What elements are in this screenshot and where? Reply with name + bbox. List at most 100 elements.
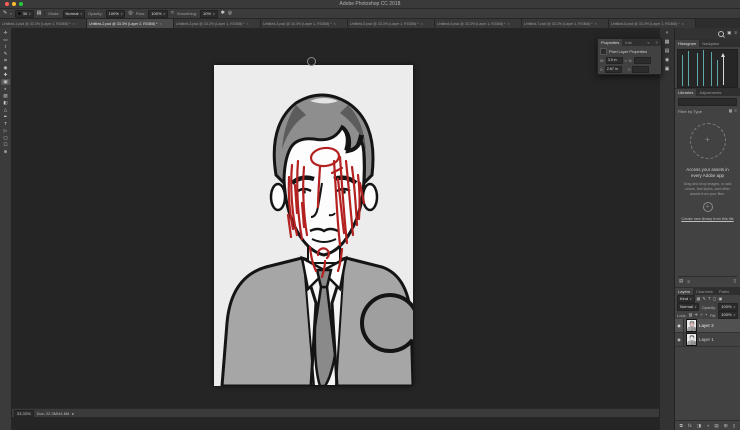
pressure-opacity-icon[interactable]: ◎	[128, 11, 132, 16]
status-options-icon[interactable]: ▸	[72, 411, 74, 416]
grid-view-icon[interactable]: ▦	[729, 109, 733, 113]
expand-panels-icon[interactable]: «	[666, 31, 669, 36]
document-tab[interactable]: Untitled-6.psd @ 33.3% (Layer 1, RGB/8) …	[435, 19, 522, 28]
lock-all-icon[interactable]: ▪	[706, 312, 708, 317]
layer-row-selected[interactable]: ◉ Layer 2	[675, 319, 740, 333]
filter-by-type-select[interactable]: Filter by Type	[678, 109, 702, 114]
sync-library-icon[interactable]: ≡	[687, 279, 690, 284]
swatches-panel-icon[interactable]: ▤	[665, 49, 670, 54]
layer-effects-icon[interactable]: fx	[688, 423, 691, 428]
brush-panel-toggle-icon[interactable]: ▤	[37, 11, 42, 16]
tab-adjustments[interactable]: Adjustments	[696, 89, 724, 96]
tab-paths[interactable]: Paths	[716, 288, 732, 295]
close-tab-icon[interactable]: ×	[508, 22, 510, 26]
smoothing-select[interactable]: 10% ▾	[200, 9, 218, 18]
learn-panel-icon[interactable]: ◉	[665, 58, 669, 63]
close-tab-icon[interactable]: ×	[682, 22, 684, 26]
zoom-level-field[interactable]: 33.33%	[14, 409, 34, 417]
document-tab-active[interactable]: Untitled-2.psd @ 33.3% (Layer 2, RGB/8) …	[87, 19, 174, 28]
document-canvas[interactable]	[214, 65, 413, 386]
visibility-toggle-icon[interactable]: ◉	[675, 319, 684, 332]
x-field[interactable]: 2.67 in	[604, 66, 622, 73]
adjustment-layer-icon[interactable]: ◑	[706, 423, 709, 428]
collapse-panel-icon[interactable]: «	[644, 39, 652, 46]
gradient-tool-icon[interactable]: △	[1, 107, 10, 113]
add-asset-icon[interactable]: +	[702, 201, 713, 212]
blend-mode-select[interactable]: Normal ▾	[62, 9, 85, 18]
list-view-icon[interactable]: ≡	[735, 109, 737, 113]
layer-thumbnail[interactable]	[686, 319, 697, 332]
panel-menu-icon[interactable]: ≡	[734, 31, 737, 36]
new-library-icon[interactable]: ▤	[679, 278, 683, 284]
document-tab[interactable]: Untitled-4.psd @ 33.3% (Layer 1, RGB/8) …	[261, 19, 348, 28]
brush-tool-icon[interactable]: ▣	[1, 79, 10, 85]
width-field[interactable]: 3.5 in	[605, 57, 623, 64]
tab-info[interactable]: Info	[622, 39, 635, 46]
layer-blend-mode-select[interactable]: Normal ▾	[677, 303, 700, 311]
library-drop-target[interactable]: +	[689, 123, 726, 159]
layer-fill-select[interactable]: 100% ▾	[718, 311, 738, 319]
layer-thumbnail[interactable]	[686, 333, 697, 346]
styles-panel-icon[interactable]: ▣	[665, 67, 670, 72]
close-tab-icon[interactable]: ×	[421, 22, 423, 26]
tab-channels[interactable]: Channels	[693, 288, 716, 295]
smoothing-options-icon[interactable]: ✱	[221, 11, 225, 16]
document-tab[interactable]: Untitled-3.psd @ 33.3% (Layer 1, RGB/8) …	[174, 19, 261, 28]
histogram-slider-icon[interactable]	[721, 53, 726, 85]
workspace-switcher-icon[interactable]: ▣	[727, 31, 731, 36]
lock-artboard-icon[interactable]: ⊹	[700, 312, 704, 317]
layer-name[interactable]: Layer 2	[699, 323, 714, 328]
tab-navigator[interactable]: Navigator	[699, 40, 722, 47]
type-tool-icon[interactable]: T	[1, 121, 10, 127]
tab-properties[interactable]: Properties	[598, 39, 623, 46]
brush-preset-picker[interactable]: 30 ▾	[14, 9, 34, 18]
delete-library-icon[interactable]: ▯	[734, 278, 736, 284]
height-field[interactable]	[633, 57, 651, 64]
lasso-tool-icon[interactable]: ⌇	[1, 44, 10, 50]
filter-type-layers-icon[interactable]: T	[708, 296, 711, 301]
filter-pixel-layers-icon[interactable]: ▦	[697, 296, 701, 301]
delete-layer-icon[interactable]: ▯	[733, 423, 735, 429]
quick-select-tool-icon[interactable]: ✎	[1, 51, 10, 57]
create-library-link[interactable]: Create new library from this file	[678, 217, 737, 221]
tab-libraries[interactable]: Libraries	[675, 89, 697, 96]
document-tab[interactable]: Untitled-1.psd @ 33.3% (Layer 1, RGB/8) …	[0, 19, 87, 28]
new-group-icon[interactable]: ▤	[714, 423, 718, 429]
lock-transparency-icon[interactable]: ▨	[689, 312, 693, 317]
library-search-input[interactable]	[678, 98, 737, 106]
document-tab[interactable]: Untitled-7.psd @ 33.3% (Layer 1, RGB/8) …	[522, 19, 609, 28]
filter-shape-layers-icon[interactable]: ▢	[713, 296, 717, 301]
layer-filter-kind-select[interactable]: Kind ▾	[677, 295, 695, 303]
link-layers-icon[interactable]: ⧉	[680, 423, 683, 428]
tool-preset-caret-icon[interactable]: ▾	[10, 12, 12, 16]
lock-position-icon[interactable]: ✛	[695, 312, 699, 317]
canvas-area[interactable]: 33.33% Doc: 22.3M/44.6M ▸	[12, 28, 659, 430]
pressure-size-icon[interactable]: ◎	[228, 11, 232, 16]
filter-adjustment-layers-icon[interactable]: ✎	[703, 296, 707, 301]
filter-smart-objects-icon[interactable]: ▣	[719, 296, 723, 301]
link-dimensions-icon[interactable]: ∞	[624, 58, 627, 63]
new-layer-icon[interactable]: ⊞	[724, 423, 728, 429]
close-tab-icon[interactable]: ×	[73, 22, 75, 26]
opacity-select[interactable]: 100% ▾	[105, 9, 126, 18]
marquee-tool-icon[interactable]: ▭	[1, 37, 10, 43]
healing-tool-icon[interactable]: ✚	[1, 72, 10, 78]
y-field[interactable]	[632, 66, 650, 73]
airbrush-icon[interactable]: ≈	[171, 11, 174, 16]
tab-layers[interactable]: Layers	[675, 288, 694, 295]
crop-tool-icon[interactable]: ⌗	[1, 58, 10, 64]
panel-menu-icon[interactable]: ≡	[653, 39, 661, 46]
shape-tool-icon[interactable]: ▢	[1, 135, 10, 141]
close-tab-icon[interactable]: ×	[160, 22, 162, 26]
history-brush-tool-icon[interactable]: ▨	[1, 93, 10, 99]
flow-select[interactable]: 100% ▾	[148, 9, 169, 18]
clone-stamp-tool-icon[interactable]: ◐	[1, 86, 10, 92]
close-tab-icon[interactable]: ×	[595, 22, 597, 26]
layer-name[interactable]: Layer 1	[699, 337, 714, 342]
eyedropper-tool-icon[interactable]: ◉	[1, 65, 10, 71]
document-tab[interactable]: Untitled-8.psd @ 33.3% (Layer 1, RGB/8) …	[609, 19, 696, 28]
layer-row[interactable]: ◉ Layer 1	[675, 333, 740, 347]
color-panel-icon[interactable]: ▦	[665, 40, 670, 45]
close-tab-icon[interactable]: ×	[334, 22, 336, 26]
tab-histogram[interactable]: Histogram	[675, 40, 700, 47]
